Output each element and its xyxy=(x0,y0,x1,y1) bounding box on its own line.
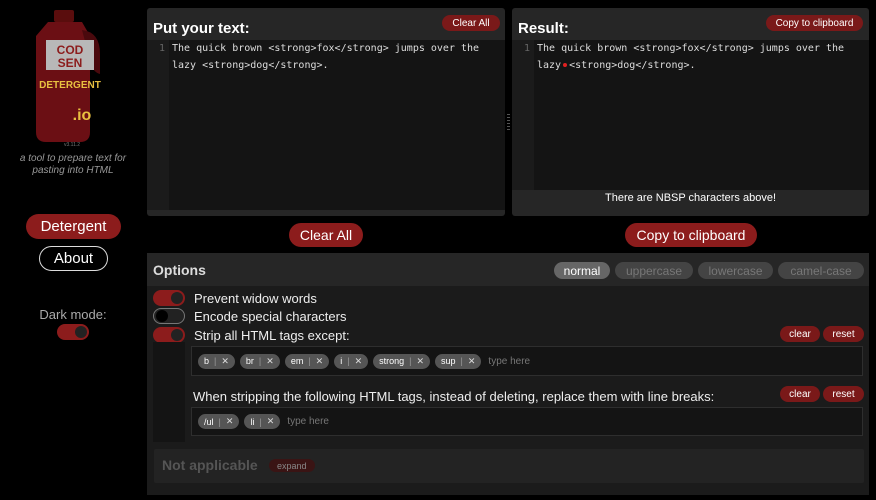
strip-html-label: Strip all HTML tags except: xyxy=(194,327,350,343)
tag-chip-label: i xyxy=(340,356,343,366)
replace-linebreaks-label: When stripping the following HTML tags, … xyxy=(193,389,715,404)
options-title: Options xyxy=(153,262,206,278)
tag-chip-label: br xyxy=(245,356,254,366)
svg-text:DETERGENT: DETERGENT xyxy=(39,80,101,91)
input-panel-title: Put your text: xyxy=(153,20,250,37)
copy-to-clipboard-button[interactable]: Copy to clipboard xyxy=(625,223,757,247)
remove-tag-icon[interactable]: ✕ xyxy=(416,356,424,367)
tag-chip-label: strong xyxy=(379,356,405,366)
nav-detergent-button[interactable]: Detergent xyxy=(26,214,121,239)
tag-chip: sup | ✕ xyxy=(435,353,482,369)
nbsp-notice: There are NBSP characters above! xyxy=(605,192,776,204)
tag-chip-label: sup xyxy=(441,356,456,366)
replace-linebreaks-reset-button[interactable]: reset xyxy=(823,386,864,402)
tag-chip: i | ✕ xyxy=(334,353,369,369)
remove-tag-icon[interactable]: ✕ xyxy=(316,356,324,367)
detergent-bottle-logo: COD SEN DETERGENT .io v3.11.2 xyxy=(36,10,101,148)
clear-all-button[interactable]: Clear All xyxy=(289,223,363,247)
strip-html-placeholder[interactable]: type here xyxy=(488,356,530,367)
svg-text:COD: COD xyxy=(57,43,84,57)
tagline: a tool to prepare text for pasting into … xyxy=(19,153,127,176)
tag-chip: /ul | ✕ xyxy=(198,414,240,429)
svg-text:v3.11.2: v3.11.2 xyxy=(64,142,80,148)
result-line-number: 1 xyxy=(512,40,534,190)
strip-html-clear-button[interactable]: clear xyxy=(780,326,820,342)
clear-all-small-button[interactable]: Clear All xyxy=(442,15,500,31)
option-encode-special: Encode special characters xyxy=(153,308,346,324)
encode-special-toggle[interactable] xyxy=(153,308,185,324)
tag-chip-label: /ul xyxy=(204,416,214,427)
tag-chip: br | ✕ xyxy=(239,353,280,369)
option-prevent-widow: Prevent widow words xyxy=(153,290,317,306)
sidebar: COD SEN DETERGENT .io v3.11.2 a tool to … xyxy=(0,0,146,500)
input-panel: Put your text: Clear All 1 The quick bro… xyxy=(147,8,505,216)
nav-about-button[interactable]: About xyxy=(39,246,108,271)
strip-html-toggle[interactable] xyxy=(153,327,185,343)
case-camel-case-button[interactable]: camel-case xyxy=(778,262,864,279)
result-text-after-nbsp: <strong>dog</strong>. xyxy=(569,59,696,71)
case-lowercase-button[interactable]: lowercase xyxy=(698,262,773,279)
dark-mode-toggle[interactable] xyxy=(57,324,89,340)
tag-chip: em | ✕ xyxy=(284,353,330,369)
prevent-widow-toggle[interactable] xyxy=(153,290,185,306)
case-normal-button[interactable]: normal xyxy=(554,262,610,279)
option-strip-html: Strip all HTML tags except: xyxy=(153,327,350,343)
copy-to-clipboard-small-button[interactable]: Copy to clipboard xyxy=(766,15,863,31)
tag-chip-label: em xyxy=(290,356,304,366)
replace-linebreaks-clear-button[interactable]: clear xyxy=(780,386,820,402)
remove-tag-icon[interactable]: ✕ xyxy=(355,356,363,367)
result-text[interactable]: The quick brown <strong>fox</strong> jum… xyxy=(537,41,859,74)
strip-html-tag-input[interactable]: b | ✕ br | ✕ em | ✕ i | ✕ strong | ✕ sup | ✕ type he… xyxy=(191,346,863,376)
panel-resize-handle[interactable] xyxy=(507,114,510,132)
not-applicable-title: Not applicable xyxy=(162,457,258,473)
nested-options-indent xyxy=(153,342,185,442)
result-panel-title: Result: xyxy=(518,20,569,37)
expand-button[interactable]: expand xyxy=(269,459,315,472)
remove-tag-icon[interactable]: ✕ xyxy=(226,416,234,427)
nbsp-marker xyxy=(563,62,568,67)
remove-tag-icon[interactable]: ✕ xyxy=(267,416,275,427)
strip-html-reset-button[interactable]: reset xyxy=(823,326,864,342)
tag-chip-label: li xyxy=(250,416,255,427)
result-panel: Result: Copy to clipboard 1 The quick br… xyxy=(512,8,869,216)
prevent-widow-label: Prevent widow words xyxy=(194,290,317,306)
input-line-number: 1 xyxy=(147,40,169,210)
tag-chip: strong | ✕ xyxy=(373,353,431,369)
not-applicable-section: Not applicable expand xyxy=(154,449,864,483)
svg-text:.io: .io xyxy=(73,107,92,124)
dark-mode-label: Dark mode: xyxy=(39,307,107,322)
encode-special-label: Encode special characters xyxy=(194,308,347,324)
options-panel: Options normal uppercase lowercase camel… xyxy=(147,253,869,495)
case-uppercase-button[interactable]: uppercase xyxy=(615,262,693,279)
replace-linebreaks-placeholder[interactable]: type here xyxy=(287,416,329,427)
options-header: Options normal uppercase lowercase camel… xyxy=(147,253,869,286)
remove-tag-icon[interactable]: ✕ xyxy=(221,356,229,367)
input-editor[interactable]: 1 The quick brown <strong>fox</strong> j… xyxy=(147,40,505,210)
tag-chip-label: b xyxy=(204,356,210,366)
svg-text:SEN: SEN xyxy=(58,56,83,70)
replace-linebreaks-tag-input[interactable]: /ul | ✕ li | ✕ type here xyxy=(191,407,863,436)
remove-tag-icon[interactable]: ✕ xyxy=(468,356,476,367)
remove-tag-icon[interactable]: ✕ xyxy=(266,356,274,367)
tag-chip: li | ✕ xyxy=(244,414,281,429)
input-text[interactable]: The quick brown <strong>fox</strong> jum… xyxy=(172,41,495,74)
result-editor[interactable]: 1 The quick brown <strong>fox</strong> j… xyxy=(512,40,869,190)
tag-chip: b | ✕ xyxy=(198,353,235,369)
